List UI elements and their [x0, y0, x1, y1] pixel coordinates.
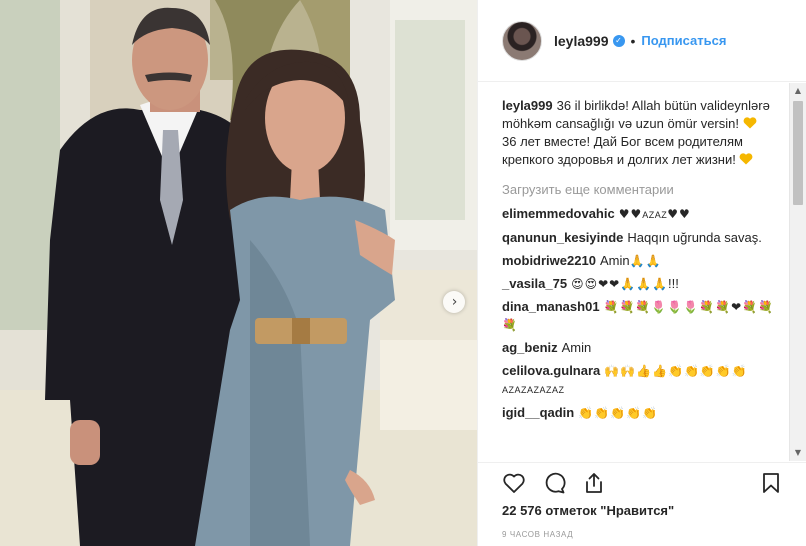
post-timestamp[interactable]: 9 часов назад	[502, 530, 783, 539]
post-header: leyla999 ✓ • Подписаться	[478, 0, 806, 82]
load-more-comments-button[interactable]: Загрузить еще комментарии	[502, 181, 790, 199]
comment-emoji: 🙏🙏	[629, 254, 662, 268]
separator-dot: •	[630, 32, 636, 49]
comment-item: mobidriwe2210 Amin🙏🙏	[502, 252, 790, 270]
post-photo[interactable]: ›	[0, 0, 477, 546]
chevron-right-icon: ›	[451, 294, 458, 310]
comments-scrollbar[interactable]: ▲ ▼	[789, 83, 806, 461]
next-photo-button[interactable]: ›	[443, 291, 465, 313]
comment-username[interactable]: dina_manash01	[502, 299, 600, 314]
verified-badge-icon: ✓	[612, 34, 625, 47]
comment-username[interactable]: celilova.gulnara	[502, 363, 600, 378]
post-actions: 22 576 отметок "Нравится" 9 часов назад	[478, 462, 806, 539]
share-icon[interactable]	[582, 471, 606, 495]
comment-emoji: 👏👏👏👏👏	[578, 406, 658, 420]
comment-text: ♥♥	[618, 207, 643, 221]
post-caption: leyla999 36 il birlikdə! Allah bütün vali…	[502, 97, 790, 169]
comment-username[interactable]: _vasila_75	[502, 276, 567, 291]
follow-button[interactable]: Подписаться	[641, 33, 726, 48]
comment-username[interactable]: ag_beniz	[502, 340, 558, 355]
comment-icon[interactable]	[542, 471, 566, 495]
comment-item: igid__qadin 👏👏👏👏👏	[502, 404, 790, 422]
comment-item: ag_beniz Amin	[502, 339, 790, 357]
comment-item: qanunun_kesiyinde Haqqın uğrunda savaş.	[502, 229, 790, 247]
caption-text-ru: 36 лет вместе! Дай Бог всем родителям кр…	[502, 134, 743, 167]
comment-item: _vasila_75 😍😍❤❤🙏🙏🙏!!!	[502, 275, 790, 293]
comment-emoji: 😍😍❤❤🙏🙏🙏	[571, 277, 669, 291]
action-icons	[502, 465, 783, 501]
comment-item: celilova.gulnara 🙌🙌👍👍👏👏👏👏👏 AZAZAZAZAZ	[502, 362, 790, 399]
comment-username[interactable]: qanunun_kesiyinde	[502, 230, 623, 245]
avatar[interactable]	[502, 20, 542, 61]
scroll-down-arrow-icon[interactable]: ▼	[790, 445, 806, 461]
comment-text: AZAZ	[642, 210, 668, 220]
comment-username[interactable]: mobidriwe2210	[502, 253, 596, 268]
comment-text: Amin	[599, 253, 630, 268]
bookmark-icon[interactable]	[759, 471, 783, 495]
photo-illustration	[0, 0, 477, 546]
heart-outline-icon[interactable]	[502, 471, 526, 495]
comment-text: !!!	[668, 276, 679, 291]
comment-username[interactable]: igid__qadin	[502, 405, 574, 420]
yellow-heart-icon	[740, 153, 753, 165]
caption-username[interactable]: leyla999	[502, 98, 553, 113]
likes-count[interactable]: 22 576 отметок "Нравится"	[502, 503, 783, 518]
author-username[interactable]: leyla999	[554, 33, 609, 49]
comment-text: AZAZAZAZAZ	[502, 385, 565, 395]
yellow-heart-icon	[743, 117, 757, 129]
comment-emoji: 🙌🙌👍👍👏👏👏👏👏	[604, 364, 748, 378]
comment-text: ♥♥	[667, 207, 691, 221]
post-details-panel: leyla999 ✓ • Подписаться leyla999 36 il b…	[477, 0, 806, 546]
comment-text: Haqqın uğrunda savaş.	[627, 230, 762, 245]
instagram-post: › leyla999 ✓ • Подписаться leyla999 36 il…	[0, 0, 806, 546]
scroll-up-arrow-icon[interactable]: ▲	[790, 83, 806, 99]
comment-item: dina_manash01 💐💐💐🌷🌷🌷💐💐❤💐💐💐	[502, 298, 790, 334]
comment-item: elimemmedovahic ♥♥AZAZ♥♥	[502, 205, 790, 224]
comment-username[interactable]: elimemmedovahic	[502, 206, 615, 221]
scrollbar-thumb[interactable]	[793, 101, 803, 205]
comments-list[interactable]: leyla999 36 il birlikdə! Allah bütün vali…	[478, 83, 790, 461]
comment-text: Amin	[561, 340, 592, 355]
